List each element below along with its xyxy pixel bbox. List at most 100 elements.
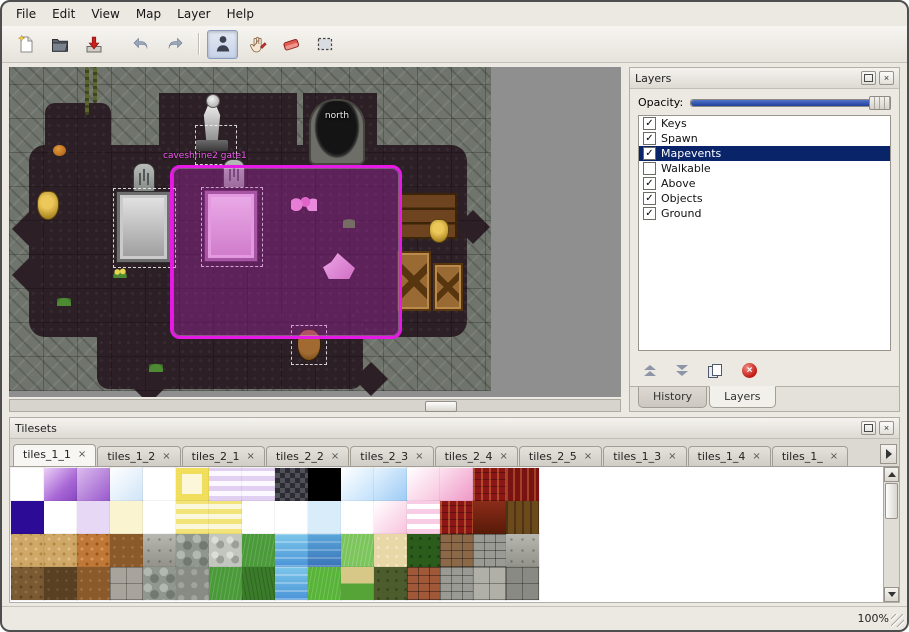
- layer-visibility-checkbox[interactable]: ✓: [643, 192, 656, 205]
- scroll-down-button[interactable]: [884, 587, 899, 602]
- layer-visibility-checkbox[interactable]: ✓: [643, 207, 656, 220]
- layer-visibility-checkbox[interactable]: ✓: [643, 147, 656, 160]
- tileset-tab-tiles_1_4[interactable]: tiles_1_4×: [688, 446, 771, 466]
- tileset-tile[interactable]: [77, 534, 110, 567]
- tileset-tile[interactable]: [341, 501, 374, 534]
- tileset-tab-tiles_2_1[interactable]: tiles_2_1×: [182, 446, 265, 466]
- map-canvas[interactable]: north: [9, 67, 491, 391]
- layer-row[interactable]: ✓Mapevents: [639, 146, 890, 161]
- tab-close-icon[interactable]: ×: [247, 452, 255, 462]
- layer-row[interactable]: ✓Above: [639, 176, 890, 191]
- tileset-tile[interactable]: [143, 534, 176, 567]
- layer-row[interactable]: ✓Ground: [639, 206, 890, 221]
- tileset-tile[interactable]: [506, 501, 539, 534]
- map-horizontal-scrollbar[interactable]: [9, 399, 621, 412]
- tab-close-icon[interactable]: ×: [668, 452, 676, 462]
- layer-row[interactable]: Walkable: [639, 161, 890, 176]
- tileset-tab-tiles_1_1[interactable]: tiles_1_1×: [13, 444, 96, 466]
- dock-tab-history[interactable]: History: [638, 387, 707, 408]
- float-dock-button[interactable]: [861, 421, 876, 435]
- tileset-tile[interactable]: [176, 501, 209, 534]
- tileset-tab-tiles_2_4[interactable]: tiles_2_4×: [435, 446, 518, 466]
- tileset-tile[interactable]: [77, 501, 110, 534]
- tileset-tile[interactable]: [143, 567, 176, 600]
- eraser-tool-button[interactable]: [275, 30, 306, 59]
- tab-close-icon[interactable]: ×: [499, 452, 507, 462]
- tileset-tile[interactable]: [77, 468, 110, 501]
- tileset-tile[interactable]: [275, 534, 308, 567]
- tileset-tab-tiles_1_2[interactable]: tiles_1_2×: [97, 446, 180, 466]
- tileset-tile[interactable]: [341, 567, 374, 600]
- scroll-track[interactable]: [884, 482, 899, 587]
- menu-file[interactable]: File: [8, 4, 44, 24]
- tileset-tile[interactable]: [143, 501, 176, 534]
- tileset-tile[interactable]: [374, 534, 407, 567]
- rect-select-tool-button[interactable]: [309, 30, 340, 59]
- tileset-tile[interactable]: [209, 567, 242, 600]
- tileset-tile[interactable]: [275, 567, 308, 600]
- tileset-tile[interactable]: [242, 468, 275, 501]
- tab-close-icon[interactable]: ×: [415, 452, 423, 462]
- tab-close-icon[interactable]: ×: [162, 452, 170, 462]
- tileset-tile[interactable]: [209, 534, 242, 567]
- delete-layer-button[interactable]: ×: [740, 361, 759, 380]
- scroll-up-button[interactable]: [884, 467, 899, 482]
- save-file-button[interactable]: [78, 30, 109, 59]
- tileset-tile[interactable]: [176, 567, 209, 600]
- tab-close-icon[interactable]: ×: [584, 452, 592, 462]
- tileset-tile[interactable]: [143, 468, 176, 501]
- tileset-tile[interactable]: [506, 534, 539, 567]
- menu-layer[interactable]: Layer: [169, 4, 218, 24]
- tileset-tile[interactable]: [473, 534, 506, 567]
- menu-map[interactable]: Map: [128, 4, 169, 24]
- tileset-tile[interactable]: [374, 567, 407, 600]
- tileset-tile[interactable]: [44, 567, 77, 600]
- tileset-tile[interactable]: [506, 567, 539, 600]
- close-dock-button[interactable]: ×: [879, 421, 894, 435]
- selection-rectangle[interactable]: [170, 165, 402, 339]
- tileset-tile[interactable]: [242, 534, 275, 567]
- tab-close-icon[interactable]: ×: [752, 452, 760, 462]
- tileset-tile[interactable]: [341, 534, 374, 567]
- tileset-tile[interactable]: [11, 567, 44, 600]
- tileset-tile[interactable]: [341, 468, 374, 501]
- close-dock-button[interactable]: ×: [879, 71, 894, 85]
- tileset-tile[interactable]: [440, 501, 473, 534]
- undo-button[interactable]: [125, 30, 156, 59]
- tileset-tab-tiles_2_3[interactable]: tiles_2_3×: [350, 446, 433, 466]
- tileset-tile[interactable]: [44, 468, 77, 501]
- tileset-tile[interactable]: [308, 567, 341, 600]
- tileset-tab-tiles_1_[interactable]: tiles_1_×: [772, 446, 848, 466]
- tileset-tab-tiles_1_3[interactable]: tiles_1_3×: [603, 446, 686, 466]
- opacity-slider-handle[interactable]: [869, 96, 891, 110]
- layer-row[interactable]: ✓Keys: [639, 116, 890, 131]
- tileset-tile[interactable]: [275, 501, 308, 534]
- new-file-button[interactable]: [10, 30, 41, 59]
- tileset-tile[interactable]: [440, 567, 473, 600]
- tileset-tile[interactable]: [407, 501, 440, 534]
- tileset-tile[interactable]: [11, 501, 44, 534]
- tileset-tile[interactable]: [110, 468, 143, 501]
- layer-visibility-checkbox[interactable]: ✓: [643, 132, 656, 145]
- menu-help[interactable]: Help: [219, 4, 262, 24]
- tileset-tile[interactable]: [440, 468, 473, 501]
- dock-tab-layers[interactable]: Layers: [709, 386, 775, 408]
- open-file-button[interactable]: [44, 30, 75, 59]
- resize-grip[interactable]: [891, 614, 904, 627]
- tileset-tile[interactable]: [242, 567, 275, 600]
- scroll-thumb[interactable]: [885, 483, 898, 519]
- tileset-tile[interactable]: [44, 501, 77, 534]
- tab-scroll-right-button[interactable]: [880, 444, 897, 464]
- menu-view[interactable]: View: [83, 4, 127, 24]
- place-person-tool-button[interactable]: [207, 30, 238, 59]
- layers-dock-titlebar[interactable]: Layers ×: [630, 68, 899, 89]
- duplicate-layer-button[interactable]: [706, 362, 724, 379]
- layer-row[interactable]: ✓Spawn: [639, 131, 890, 146]
- tileset-tile[interactable]: [176, 534, 209, 567]
- tileset-tile[interactable]: [176, 468, 209, 501]
- tileset-tile[interactable]: [407, 534, 440, 567]
- tileset-tile[interactable]: [110, 534, 143, 567]
- layer-visibility-checkbox[interactable]: [643, 162, 656, 175]
- tileset-tab-tiles_2_2[interactable]: tiles_2_2×: [266, 446, 349, 466]
- tab-close-icon[interactable]: ×: [830, 452, 838, 462]
